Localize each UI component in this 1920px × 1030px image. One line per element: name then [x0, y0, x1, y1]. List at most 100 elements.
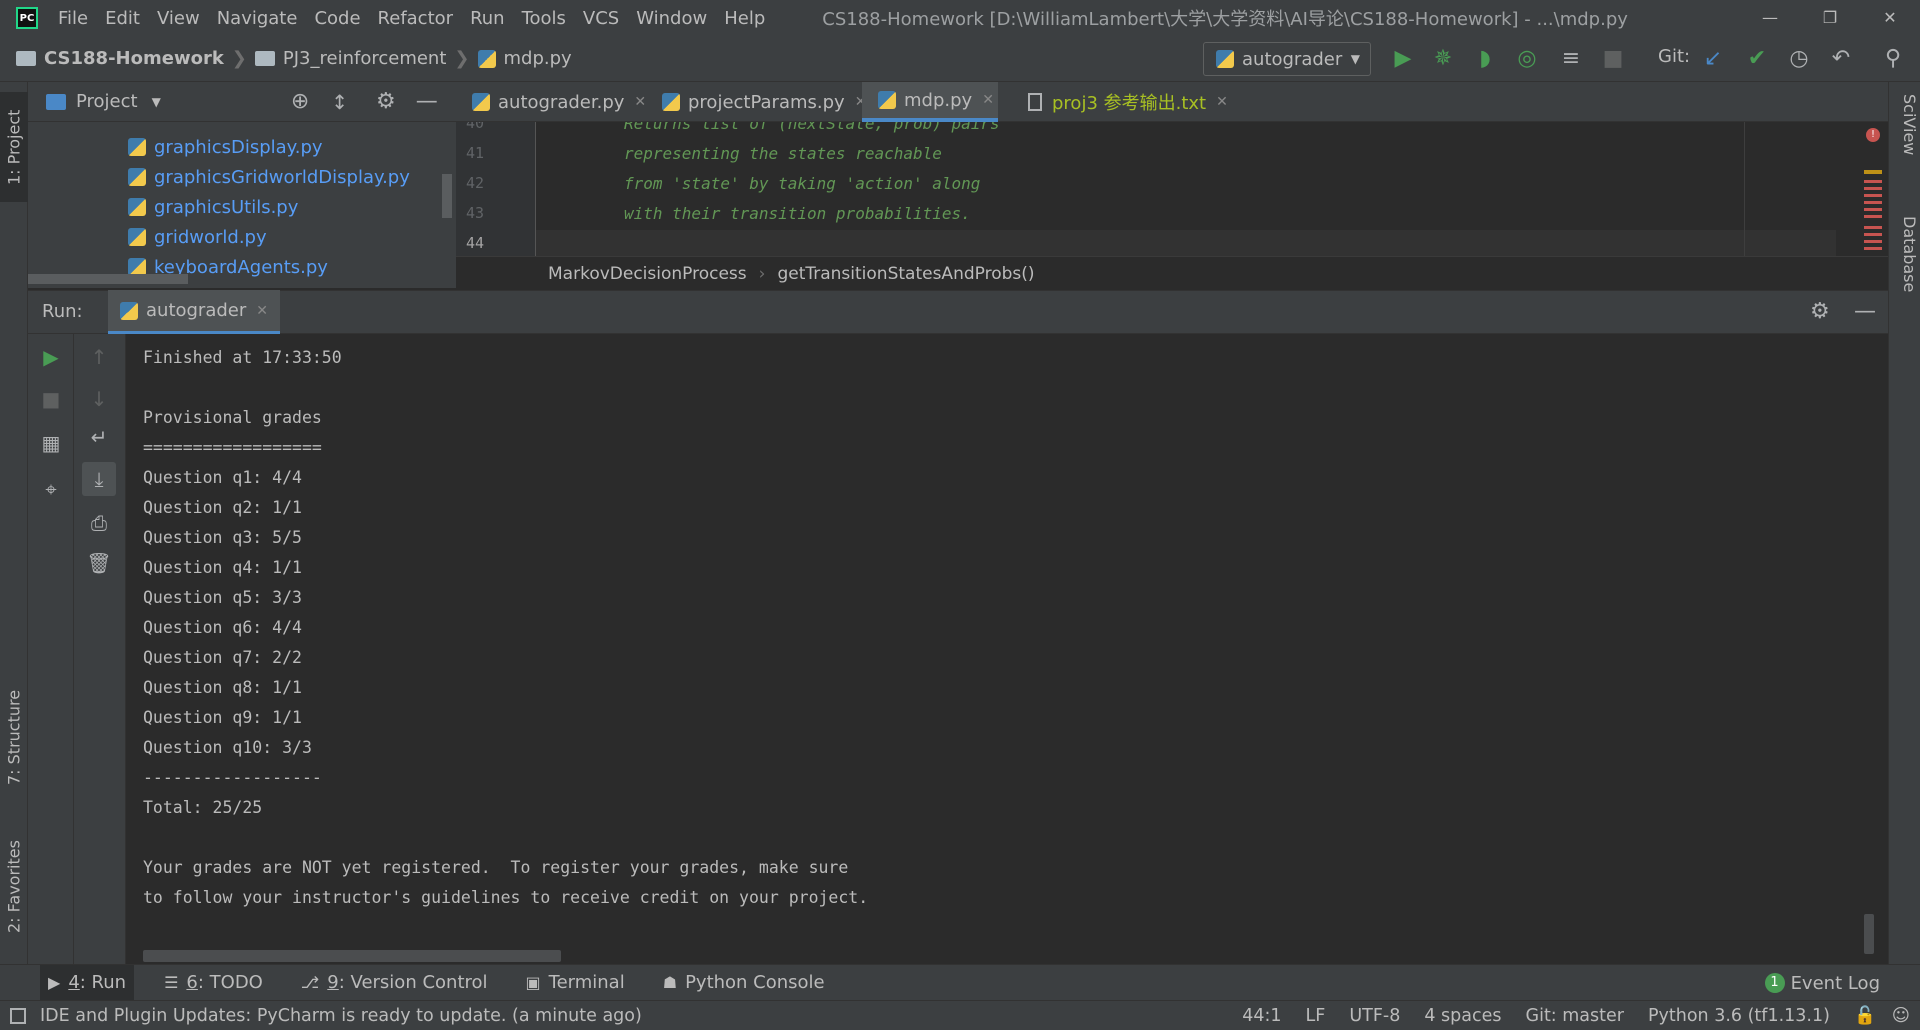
- editor-tab-autograder[interactable]: autograder.py ✕: [456, 82, 646, 122]
- close-tab-icon[interactable]: ✕: [982, 92, 994, 108]
- run-console-output[interactable]: Finished at 17:33:50 Provisional grades …: [126, 334, 1888, 964]
- menu-navigate[interactable]: Navigate: [217, 8, 298, 29]
- tool-tab-project[interactable]: 1: Project: [0, 92, 28, 202]
- tool-tab-database[interactable]: Database: [1891, 216, 1919, 336]
- tree-item[interactable]: graphicsUtils.py: [128, 192, 298, 222]
- caret-position[interactable]: 44:1: [1242, 1006, 1281, 1026]
- scroll-to-end-icon[interactable]: ⤓: [82, 462, 116, 496]
- run-icon[interactable]: ▶: [1390, 46, 1416, 72]
- tool-tab-num: 6: [186, 972, 198, 993]
- code-editor[interactable]: 40 41 42 43 44 Returns list of (nextStat…: [456, 122, 1888, 256]
- stop-icon[interactable]: ■: [1600, 46, 1626, 72]
- python-interpreter[interactable]: Python 3.6 (tf1.13.1): [1648, 1006, 1830, 1026]
- chevron-down-icon[interactable]: ▼: [152, 95, 161, 109]
- toggle-tool-windows-icon[interactable]: [10, 1007, 26, 1024]
- tree-item[interactable]: gridworld.py: [128, 222, 267, 252]
- hide-panel-icon[interactable]: —: [416, 89, 438, 114]
- tool-tab-sciview[interactable]: SciView: [1891, 94, 1919, 194]
- event-log-button[interactable]: 1 Event Log: [1764, 965, 1880, 1001]
- search-icon[interactable]: ⚲: [1880, 46, 1906, 72]
- hide-panel-icon[interactable]: —: [1854, 299, 1876, 324]
- tool-tab-terminal[interactable]: ▣ Terminal: [518, 965, 633, 1001]
- menu-vcs[interactable]: VCS: [583, 8, 619, 29]
- coverage-icon[interactable]: ◗: [1472, 46, 1498, 72]
- warning-marker[interactable]: [1864, 170, 1882, 174]
- error-markers[interactable]: [1864, 226, 1882, 250]
- tree-item-label: graphicsUtils.py: [154, 196, 299, 218]
- error-markers[interactable]: [1864, 180, 1882, 220]
- stop-icon[interactable]: ■: [34, 382, 68, 416]
- indent-setting[interactable]: 4 spaces: [1424, 1006, 1501, 1026]
- tree-horizontal-scrollbar[interactable]: [28, 274, 188, 284]
- tool-tab-structure[interactable]: 7: Structure: [0, 672, 28, 802]
- error-indicator-icon[interactable]: !: [1866, 128, 1880, 142]
- breadcrumb-project[interactable]: CS188-Homework: [16, 48, 224, 69]
- menu-help[interactable]: Help: [724, 8, 765, 29]
- project-panel-title[interactable]: Project: [76, 91, 138, 112]
- breadcrumb-class[interactable]: MarkovDecisionProcess: [548, 264, 747, 284]
- locate-icon[interactable]: ⊕: [291, 89, 309, 114]
- console-horizontal-scrollbar[interactable]: [143, 950, 561, 962]
- pin-icon[interactable]: ⌖: [34, 472, 68, 506]
- close-tab-icon[interactable]: ✕: [1216, 94, 1228, 110]
- gear-icon[interactable]: ⚙: [376, 89, 396, 114]
- menu-refactor[interactable]: Refactor: [378, 8, 454, 29]
- restore-icon[interactable]: ❐: [1800, 0, 1860, 36]
- status-message[interactable]: IDE and Plugin Updates: PyCharm is ready…: [40, 1006, 642, 1026]
- inspector-icon[interactable]: ☺: [1892, 1006, 1910, 1026]
- gear-icon[interactable]: ⚙: [1810, 299, 1830, 324]
- tool-tab-run[interactable]: ▶ 4: Run: [40, 964, 135, 1001]
- breadcrumb-file[interactable]: mdp.py: [477, 48, 572, 69]
- line-number-gutter: 40 41 42 43 44: [456, 122, 536, 256]
- console-line: Question q7: 2/2: [143, 648, 302, 667]
- down-arrow-icon[interactable]: ↓: [82, 382, 116, 416]
- tool-tab-python-console[interactable]: ☗ Python Console: [655, 965, 833, 1001]
- console-line: Question q8: 1/1: [143, 678, 302, 697]
- rollback-icon[interactable]: ↶: [1828, 46, 1854, 72]
- print-icon[interactable]: ⎙: [82, 506, 116, 540]
- tool-tab-label: : Version Control: [338, 972, 488, 993]
- layout-icon[interactable]: ▦: [34, 426, 68, 460]
- lock-icon[interactable]: 🔓: [1854, 1006, 1876, 1026]
- close-tab-icon[interactable]: ✕: [256, 303, 268, 319]
- debug-icon[interactable]: ✵: [1430, 46, 1456, 72]
- menu-tools[interactable]: Tools: [522, 8, 566, 29]
- console-vertical-scrollbar[interactable]: [1864, 914, 1874, 954]
- tree-item[interactable]: graphicsGridworldDisplay.py: [128, 162, 410, 192]
- editor-tab-mdp[interactable]: mdp.py ✕: [862, 82, 998, 122]
- concurrency-icon[interactable]: ≡: [1558, 46, 1584, 72]
- close-icon[interactable]: ✕: [1860, 0, 1920, 36]
- trash-icon[interactable]: 🗑: [82, 546, 116, 580]
- tool-tab-version-control[interactable]: ⎇ 9: Version Control: [293, 965, 496, 1001]
- run-tab-autograder[interactable]: autograder ✕: [108, 290, 280, 334]
- up-arrow-icon[interactable]: ↑: [82, 340, 116, 374]
- menu-run[interactable]: Run: [470, 8, 505, 29]
- git-branch[interactable]: Git: master: [1526, 1006, 1624, 1026]
- collapse-all-icon[interactable]: ↕: [331, 90, 348, 114]
- tool-tab-favorites[interactable]: 2: Favorites: [0, 822, 28, 952]
- run-configuration-select[interactable]: autograder ▼: [1203, 42, 1371, 76]
- file-encoding[interactable]: UTF-8: [1349, 1006, 1400, 1026]
- menu-edit[interactable]: Edit: [105, 8, 140, 29]
- history-icon[interactable]: ◷: [1786, 46, 1812, 72]
- tool-tab-todo[interactable]: ☰ 6: TODO: [156, 965, 271, 1001]
- line-separator[interactable]: LF: [1306, 1006, 1326, 1026]
- editor-tab-projectparams[interactable]: projectParams.py ✕: [646, 82, 866, 122]
- close-tab-icon[interactable]: ✕: [634, 94, 646, 110]
- rerun-icon[interactable]: ▶: [34, 340, 68, 374]
- menu-code[interactable]: Code: [314, 8, 360, 29]
- menu-view[interactable]: View: [157, 8, 200, 29]
- tree-item[interactable]: graphicsDisplay.py: [128, 132, 323, 162]
- git-commit-icon[interactable]: ✔: [1744, 46, 1770, 72]
- tree-item-label: gridworld.py: [154, 226, 267, 248]
- tree-vertical-scrollbar[interactable]: [442, 174, 452, 218]
- breadcrumb-folder[interactable]: PJ3_reinforcement: [254, 48, 446, 69]
- git-update-icon[interactable]: ↙: [1700, 46, 1726, 72]
- soft-wrap-icon[interactable]: ↵: [82, 420, 116, 454]
- minimize-icon[interactable]: —: [1740, 0, 1800, 36]
- menu-window[interactable]: Window: [636, 8, 707, 29]
- breadcrumb-method[interactable]: getTransitionStatesAndProbs(): [777, 264, 1034, 284]
- profile-icon[interactable]: ◎: [1514, 46, 1540, 72]
- menu-file[interactable]: File: [58, 8, 88, 29]
- editor-tab-proj3-output[interactable]: proj3 参考输出.txt ✕: [1012, 82, 1228, 122]
